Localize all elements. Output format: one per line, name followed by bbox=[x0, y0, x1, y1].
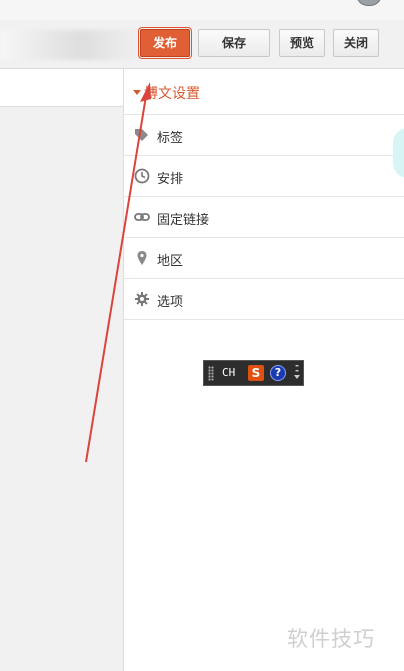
drag-handle-icon[interactable] bbox=[208, 366, 214, 381]
save-button[interactable]: 保存 bbox=[198, 29, 270, 57]
preview-button[interactable]: 预览 bbox=[279, 29, 325, 57]
more-menu-icon[interactable] bbox=[293, 364, 301, 382]
settings-item-label: 标签 bbox=[157, 131, 184, 146]
post-settings-header[interactable]: 博文设置 bbox=[124, 69, 404, 115]
watermark: 软件技巧 bbox=[287, 627, 375, 651]
settings-item-label: 选项 bbox=[157, 295, 184, 310]
blurred-post-title bbox=[0, 30, 135, 60]
settings-item-location[interactable]: 地区 bbox=[124, 238, 404, 279]
top-toolbar: 发布 保存 预览 关闭 bbox=[0, 0, 404, 69]
clock-icon bbox=[134, 168, 150, 184]
link-icon bbox=[134, 213, 150, 221]
editor-toolbar bbox=[0, 69, 123, 107]
ime-toolbar[interactable]: CH S ? bbox=[203, 360, 304, 386]
sogou-logo-icon[interactable]: S bbox=[248, 365, 264, 381]
close-button[interactable]: 关闭 bbox=[333, 29, 379, 57]
post-settings-title: 博文设置 bbox=[144, 86, 200, 102]
publish-button[interactable]: 发布 bbox=[138, 27, 192, 59]
settings-item-label: 地区 bbox=[157, 254, 184, 269]
ime-mode-label[interactable]: CH bbox=[222, 366, 235, 379]
top-strip bbox=[0, 0, 404, 20]
gear-icon bbox=[135, 292, 149, 306]
help-icon[interactable]: ? bbox=[270, 365, 286, 381]
settings-item-label: 固定链接 bbox=[157, 213, 210, 228]
floating-bubble bbox=[393, 128, 404, 178]
editor-area[interactable] bbox=[0, 69, 124, 671]
settings-item-options[interactable]: 选项 bbox=[124, 279, 404, 320]
location-pin-icon bbox=[137, 251, 147, 265]
settings-item-label: 安排 bbox=[157, 172, 184, 187]
caret-down-icon bbox=[133, 90, 141, 95]
settings-item-tags[interactable]: 标签 bbox=[124, 115, 404, 156]
settings-item-permalink[interactable]: 固定链接 bbox=[124, 197, 404, 238]
settings-item-schedule[interactable]: 安排 bbox=[124, 156, 404, 197]
tag-icon bbox=[135, 129, 148, 141]
